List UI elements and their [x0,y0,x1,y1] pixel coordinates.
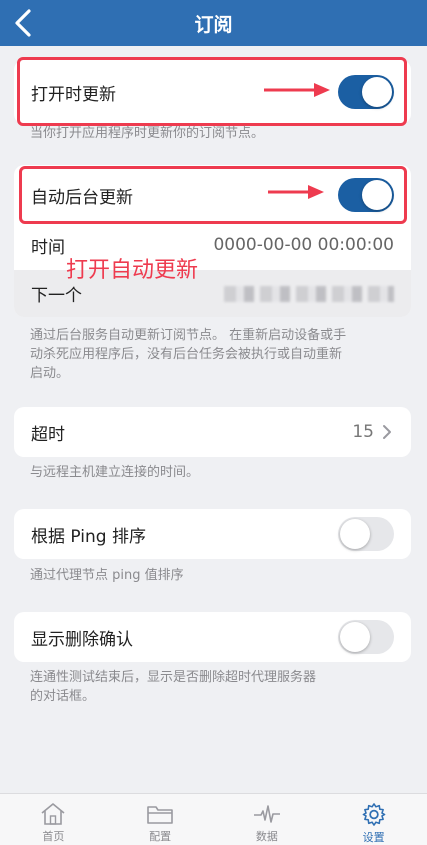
next-label: 下一个 [31,286,82,306]
delete-confirm-description-1: 连通性测试结束后，显示是否删除超时代理服务器 [30,670,317,685]
auto-update-description-1: 通过后台服务自动更新订阅节点。 在重新启动设备或手 [30,328,347,343]
delete-confirm-card: 显示删除确认 [14,612,411,662]
tab-data-label: 数据 [255,830,278,843]
delete-confirm-label: 显示删除确认 [31,629,133,650]
delete-confirm-toggle[interactable] [338,620,394,654]
ping-sort-label: 根据 Ping 排序 [31,526,146,547]
back-button[interactable] [6,6,40,40]
timeout-label: 超时 [31,424,65,445]
ping-sort-description: 通过代理节点 ping 值排序 [30,568,184,583]
tab-config-label: 配置 [149,830,172,843]
tab-data[interactable]: 数据 [214,794,321,845]
ping-sort-toggle[interactable] [338,517,394,551]
arrow-open-update [264,83,330,97]
tab-settings-label: 设置 [362,831,385,844]
home-icon [41,803,65,825]
chevron-left-icon [15,9,31,37]
tab-home-label: 首页 [42,830,65,843]
tab-settings[interactable]: 设置 [320,794,427,845]
nav-bar: 订阅 [0,0,427,46]
page-title: 订阅 [194,13,233,36]
highlight-auto-update [19,166,407,224]
auto-update-description-2: 动杀死应用程序后，没有后台任务会被执行或自动重新 [30,347,343,362]
tab-config[interactable]: 配置 [107,794,214,845]
tab-bar: 首页 配置 数据 设置 [0,793,427,845]
timeout-value-wrap: 15 [352,422,394,442]
delete-confirm-row: 显示删除确认 [14,612,411,662]
highlight-open-update [17,57,407,126]
auto-update-description-3: 启动。 [30,366,70,381]
annotation-text: 打开自动更新 [66,258,199,283]
time-value: 0000-00-00 00:00:00 [213,235,394,255]
open-update-description: 当你打开应用程序时更新你的订阅节点。 [30,126,265,141]
time-label: 时间 [31,237,65,258]
chevron-right-icon [383,425,391,439]
gear-icon [362,803,385,826]
tab-home[interactable]: 首页 [0,794,107,845]
timeout-description: 与远程主机建立连接的时间。 [30,465,200,480]
toggle-knob [340,622,370,652]
timeout-card[interactable]: 超时 15 [14,407,411,457]
delete-confirm-description-2: 的对话框。 [30,689,96,704]
timeout-value: 15 [352,422,374,442]
blurred-next-value [224,285,394,302]
ping-sort-row: 根据 Ping 排序 [14,509,411,559]
arrow-auto-update [268,185,324,199]
toggle-knob [340,519,370,549]
folder-icon [147,806,173,824]
pulse-icon [253,805,280,823]
ping-sort-card: 根据 Ping 排序 [14,509,411,559]
timeout-row[interactable]: 超时 15 [14,407,411,457]
